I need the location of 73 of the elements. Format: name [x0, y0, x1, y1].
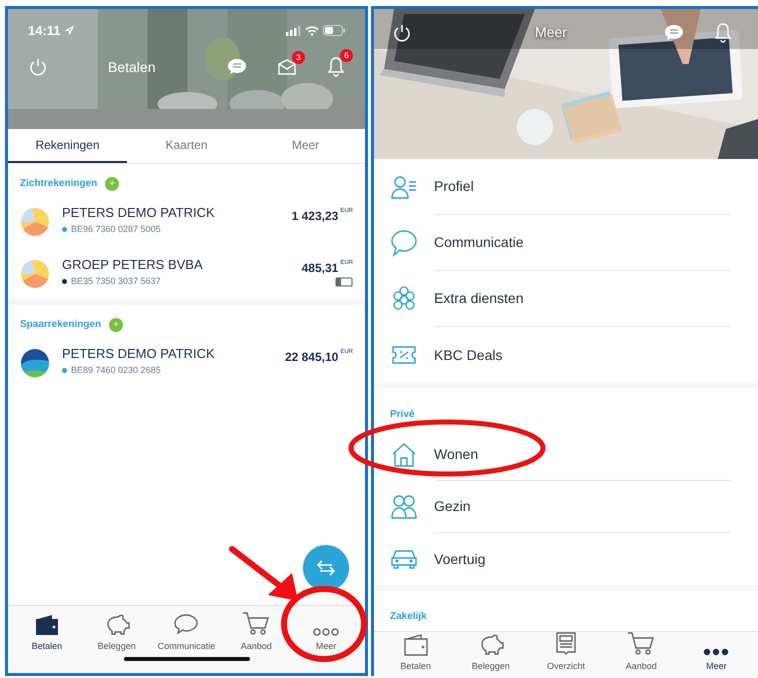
house-icon	[391, 442, 417, 468]
menu-item[interactable]: Communicatie	[374, 215, 758, 271]
menu-item[interactable]: Voertuig	[374, 533, 758, 585]
section-heading: Privé	[390, 409, 414, 420]
account-number: BE89 7460 0230 2685	[71, 364, 161, 376]
ticket-icon	[391, 344, 417, 366]
swap-arrows-icon	[316, 559, 336, 577]
people-icon	[391, 494, 417, 520]
location-arrow-icon	[64, 26, 74, 36]
mail-icon	[277, 59, 297, 75]
account-balance: 485,31	[302, 260, 338, 277]
tab[interactable]: Kaarten	[127, 129, 246, 163]
speech-bubble-icon	[390, 229, 418, 257]
screen-title: Meer	[535, 23, 567, 42]
nav-tab[interactable]: Overzicht	[528, 632, 604, 678]
account-balance: 22 845,10	[284, 349, 338, 366]
pie-chart-icon	[20, 259, 50, 289]
account-number: BE35 7350 3037 5637	[71, 274, 161, 288]
tab[interactable]: Rekeningen	[8, 129, 127, 163]
document-icon	[555, 632, 577, 656]
menu-label: Gezin	[434, 497, 471, 516]
signal-icon	[285, 26, 301, 36]
cart-icon	[242, 612, 270, 636]
section-heading: Zichtrekeningen	[20, 177, 98, 191]
power-icon	[28, 57, 48, 77]
menu-item[interactable]: Gezin	[374, 481, 758, 533]
menu-label: Voertuig	[434, 550, 486, 569]
bell-icon	[327, 57, 345, 77]
account-balance: 1 423,23	[292, 208, 338, 225]
menu-item[interactable]: Wonen	[374, 429, 758, 481]
menu-label: KBC Deals	[434, 346, 502, 364]
power-icon	[392, 22, 412, 42]
menu-label: Wonen	[434, 445, 478, 464]
wifi-icon	[305, 26, 319, 36]
bell-icon	[714, 22, 732, 42]
battery-icon	[323, 25, 345, 36]
hexagons-icon	[391, 286, 417, 312]
tab[interactable]: Meer	[246, 129, 365, 163]
account-number: BE96 7360 0287 5005	[71, 222, 161, 236]
cart-icon	[627, 632, 656, 656]
nav-tab[interactable]: Betalen	[378, 632, 454, 678]
section-heading: Zakelijk	[390, 611, 427, 622]
menu-item[interactable]: KBC Deals	[374, 327, 758, 383]
account-name: PETERS DEMO PATRICK	[62, 345, 215, 363]
nav-tab[interactable]: Beleggen	[453, 632, 528, 678]
wallet-icon	[402, 634, 429, 656]
menu-item[interactable]: Extra diensten	[374, 271, 758, 327]
nav-tab[interactable]: Meer	[678, 632, 754, 678]
card-icon	[335, 277, 353, 287]
nav-tab[interactable]: Communicatie	[152, 606, 222, 657]
more-icon	[703, 648, 730, 656]
screen-title: Betalen	[108, 58, 156, 76]
chat-icon	[227, 58, 247, 76]
profile-icon	[391, 174, 417, 200]
more-icon	[313, 628, 340, 636]
menu-label: Profiel	[434, 177, 474, 196]
nav-tab[interactable]: Aanbod	[604, 632, 679, 678]
pie-chart-icon	[20, 207, 50, 237]
nav-tab[interactable]: Betalen	[12, 606, 82, 657]
clock-time: 14:11	[28, 22, 61, 40]
savings-icon	[20, 348, 50, 378]
section-heading: Spaarrekeningen	[20, 318, 102, 332]
car-icon	[390, 548, 418, 570]
chat-bubble-icon	[173, 614, 200, 636]
menu-label: Communicatie	[434, 233, 524, 252]
nav-tab[interactable]: Aanbod	[221, 606, 292, 657]
menu-item[interactable]: Profiel	[374, 159, 758, 215]
wallet-icon	[34, 614, 60, 636]
menu-label: Extra diensten	[434, 289, 524, 308]
nav-tab[interactable]: Beleggen	[82, 606, 152, 657]
account-name: GROEP PETERS BVBA	[62, 256, 203, 274]
chat-icon	[664, 24, 684, 42]
account-name: PETERS DEMO PATRICK	[62, 204, 215, 222]
